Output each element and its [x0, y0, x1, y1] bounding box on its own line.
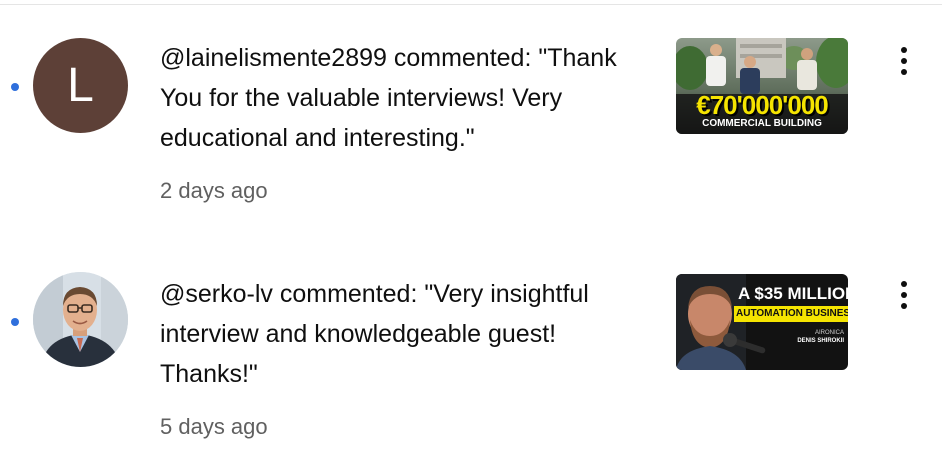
thumbnail-title: €70'000'000 [696, 90, 829, 120]
more-vert-icon[interactable] [886, 274, 922, 316]
comment-text: @serko-lv commented: "Very insightful in… [160, 280, 589, 388]
video-thumbnail[interactable]: €70'000'000 COMMERCIAL BUILDING [676, 38, 848, 134]
unread-indicator [11, 83, 19, 91]
more-vert-icon[interactable] [886, 40, 922, 82]
comment-text: @lainelismente2899 commented: "Thank You… [160, 44, 617, 152]
thumbnail-subtitle: COMMERCIAL BUILDING [702, 118, 822, 129]
thumbnail-subtitle: AUTOMATION BUSINESS [736, 308, 848, 319]
video-thumbnail[interactable]: A $35 MILLION AUTOMATION BUSINESS AIRONI… [676, 274, 848, 370]
notification-item[interactable]: @serko-lv commented: "Very insightful in… [0, 238, 942, 439]
timestamp: 2 days ago [160, 178, 268, 203]
thumbnail-small-label: AIRONICA [814, 330, 844, 336]
unread-indicator [11, 318, 19, 326]
thumbnail-title: A $35 MILLION [738, 284, 848, 303]
avatar-photo [33, 272, 128, 367]
timestamp: 5 days ago [160, 414, 268, 439]
thumbnail-small-label: DENIS SHIROKII [797, 338, 844, 344]
avatar-letter: L [67, 59, 94, 112]
avatar[interactable]: L [33, 38, 128, 133]
avatar[interactable] [33, 272, 128, 367]
notification-item[interactable]: L @lainelismente2899 commented: "Thank Y… [0, 0, 942, 203]
